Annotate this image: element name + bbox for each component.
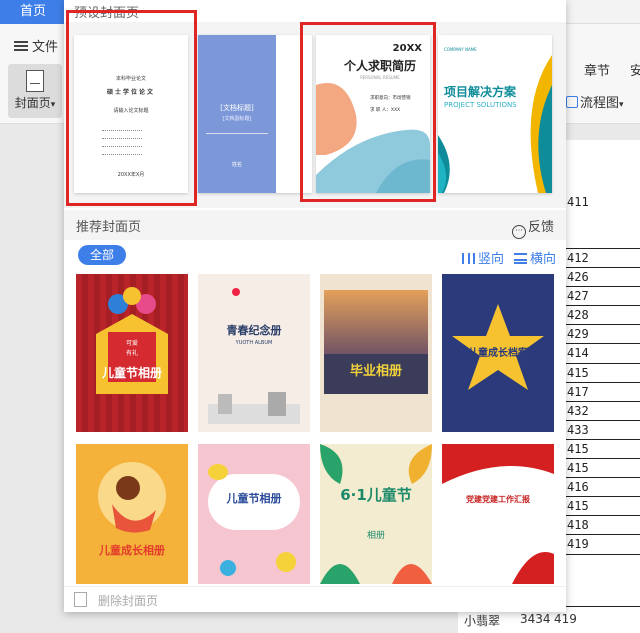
feedback-icon: ··· [512,225,526,239]
delete-cover-row[interactable]: 删除封面页 [64,586,566,612]
template-card[interactable]: 可爱 有礼 儿童节相册 [76,274,188,432]
template-card[interactable]: 青春纪念册 YUOTH ALBUM [198,274,310,432]
template-title: 党建党建工作汇报 [466,495,530,504]
blue-subtitle: [文档副标题] [222,116,252,122]
leaf-shapes [320,444,432,584]
tab-security[interactable]: 安 [630,60,640,79]
template-card[interactable]: 毕业相册 [320,274,432,432]
cover-page-panel: 预设封面页 本科毕业论文 硕士学位论文 请输入论文标题 20XX年X月 [文档标… [64,0,566,612]
file-menu[interactable]: 文件 [14,36,58,55]
row-name: 小翡翠 [464,614,501,628]
table-cell: 429 [564,325,640,345]
table-cell: 411 [564,155,640,249]
row-trailing: 419 [554,612,577,626]
city-shapes [208,288,300,424]
table-cell: 415 [564,364,640,383]
tab-chapter[interactable]: 章节 [584,60,610,79]
template-subtitle: 相册 [366,531,385,541]
preset-card-blue[interactable]: [文档标题] [文档副标题] 姓名 [198,35,312,193]
table-cell: 412 [564,249,640,269]
template-card[interactable]: 儿童节相册 [198,444,310,584]
table-cell: 426 [564,268,640,288]
orientation-horizontal[interactable]: 横向 [514,248,556,267]
table-cell: 416 [564,478,640,498]
table-cell: 427 [564,287,640,307]
cover-page-label: 封面页▾ [14,96,56,110]
cover-page-button[interactable]: 封面页▾ [8,64,62,118]
flowchart-button[interactable]: 流程图▾ [566,92,624,111]
delete-page-icon [74,592,87,607]
table-cell: 432 [564,402,640,421]
girl-shape [98,462,166,533]
highlight-box-right [300,22,436,202]
orientation-vertical[interactable]: 竖向 [462,248,504,267]
template-title: 儿童成长档案 [468,348,528,359]
table-cell: 433 [564,421,640,440]
blue-name: 姓名 [231,162,242,168]
row-value: 3434 [520,612,551,626]
template-title: 儿童成长相册 [99,544,165,557]
document-table: 411 412 426 427 428 429 414 415 417 432 433 415 415 4… [563,155,640,555]
blue-title: [文档标题] [220,104,254,112]
table-cell: 417 [564,383,640,402]
template-title: 儿童节相册 [101,366,162,380]
template-card[interactable]: 儿童成长相册 [76,444,188,584]
table-cell: 428 [564,306,640,326]
table-cell: 418 [564,516,640,536]
cover-page-icon [26,70,44,92]
table-cell: 419 [564,535,640,555]
project-subtitle: PROJECT SOLUTIONS [444,101,517,109]
tab-home[interactable]: 首页 [0,0,66,24]
template-card[interactable]: 党建党建工作汇报 [442,444,554,584]
duck-shape [208,464,296,576]
highlight-box-left [66,10,197,206]
project-title: 项目解决方案 [444,85,517,99]
table-cell: 415 [564,459,640,479]
feedback-button[interactable]: ··· 反馈 [512,216,554,239]
flowchart-icon [566,96,578,108]
template-badge: 有礼 [125,350,138,357]
table-cell: 415 [564,440,640,460]
template-card[interactable]: 儿童成长档案 [442,274,554,432]
template-title: 毕业相册 [349,364,402,379]
horizontal-icon [514,253,527,264]
vertical-icon [462,253,475,264]
table-cell: 415 [564,497,640,517]
template-title: 6·1儿童节 [340,486,412,504]
hamburger-icon [14,40,28,51]
recommended-title: 推荐封面页 [76,220,142,235]
template-badge: 可爱 [125,340,138,347]
delete-cover-label: 删除封面页 [98,594,159,608]
file-menu-label: 文件 [32,40,59,55]
party-shapes [442,444,554,584]
preset-card-project[interactable]: COMPANY NAME 项目解决方案 PROJECT SOLUTIONS [438,35,552,193]
project-shapes [438,55,552,193]
project-company: COMPANY NAME [444,47,477,52]
table-cell: 414 [564,344,640,364]
filter-all[interactable]: 全部 [78,245,126,265]
template-card[interactable]: 6·1儿童节 相册 [320,444,432,584]
